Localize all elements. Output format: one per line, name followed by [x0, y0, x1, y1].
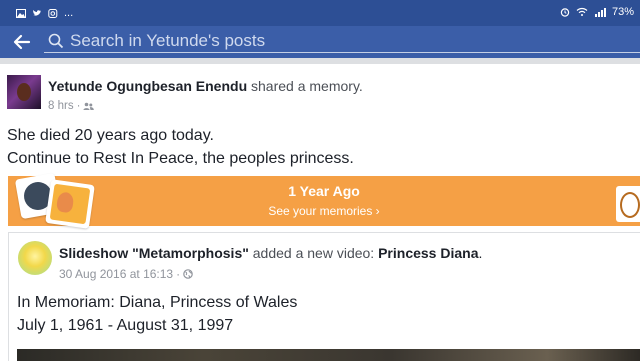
post-time[interactable]: 8 hrs [48, 100, 74, 112]
shared-date[interactable]: 30 Aug 2016 at 16:13 [59, 267, 173, 281]
signal-icon [594, 8, 606, 17]
shared-header: Slideshow "Metamorphosis" added a new vi… [59, 245, 482, 261]
shared-post: Slideshow "Metamorphosis" added a new vi… [8, 232, 640, 361]
post-text: She died 20 years ago today. Continue to… [7, 124, 354, 170]
shared-line: July 1, 1961 - August 31, 1997 [17, 317, 234, 334]
globe-icon [183, 269, 193, 279]
wifi-icon [576, 7, 588, 16]
alarm-icon [560, 8, 570, 17]
shared-text: In Memoriam: Diana, Princess of Wales Ju… [17, 291, 297, 337]
post-line: She died 20 years ago today. [7, 127, 214, 144]
search-placeholder: Search in Yetunde's posts [70, 31, 266, 50]
video-thumbnail[interactable] [17, 349, 640, 361]
post-meta: 8 hrs · [48, 100, 95, 112]
memory-banner[interactable]: 1 Year Ago See your memories › [8, 172, 640, 229]
battery-level: 73% [611, 6, 634, 18]
status-bar: ... 73% [0, 0, 640, 26]
shared-meta: 30 Aug 2016 at 16:13 · [59, 267, 193, 281]
post-action: shared a memory. [251, 78, 363, 94]
meta-dot: · [76, 100, 81, 112]
post-line: Continue to Rest In Peace, the peoples p… [7, 150, 354, 167]
back-arrow-icon[interactable] [10, 30, 34, 54]
status-right: 73% [560, 6, 634, 18]
shared-action: added a new video: [252, 245, 375, 261]
author-avatar[interactable] [7, 75, 41, 109]
status-left: ... [16, 7, 73, 19]
status-overflow: ... [64, 7, 74, 19]
page-avatar[interactable] [18, 241, 52, 275]
friends-icon [83, 102, 95, 110]
video-title[interactable]: Princess Diana [378, 245, 478, 261]
search-icon [48, 33, 64, 49]
meta-dot: · [176, 267, 181, 281]
author-name[interactable]: Yetunde Ogungbesan Enendu [48, 78, 247, 94]
twitter-icon [32, 9, 41, 16]
banner-title: 1 Year Ago [288, 183, 360, 199]
shared-line: In Memoriam: Diana, Princess of Wales [17, 294, 298, 311]
search-bar: Search in Yetunde's posts [0, 26, 640, 58]
page-name[interactable]: Slideshow "Metamorphosis" [59, 245, 249, 261]
search-input[interactable]: Search in Yetunde's posts [44, 30, 640, 53]
gallery-icon [16, 8, 26, 18]
instagram-icon [48, 8, 58, 18]
title-period: . [478, 245, 483, 261]
see-memories-link[interactable]: See your memories › [8, 204, 640, 218]
post-header: Yetunde Ogungbesan Enendu shared a memor… [48, 78, 363, 94]
memory-post: Yetunde Ogungbesan Enendu shared a memor… [0, 64, 640, 361]
